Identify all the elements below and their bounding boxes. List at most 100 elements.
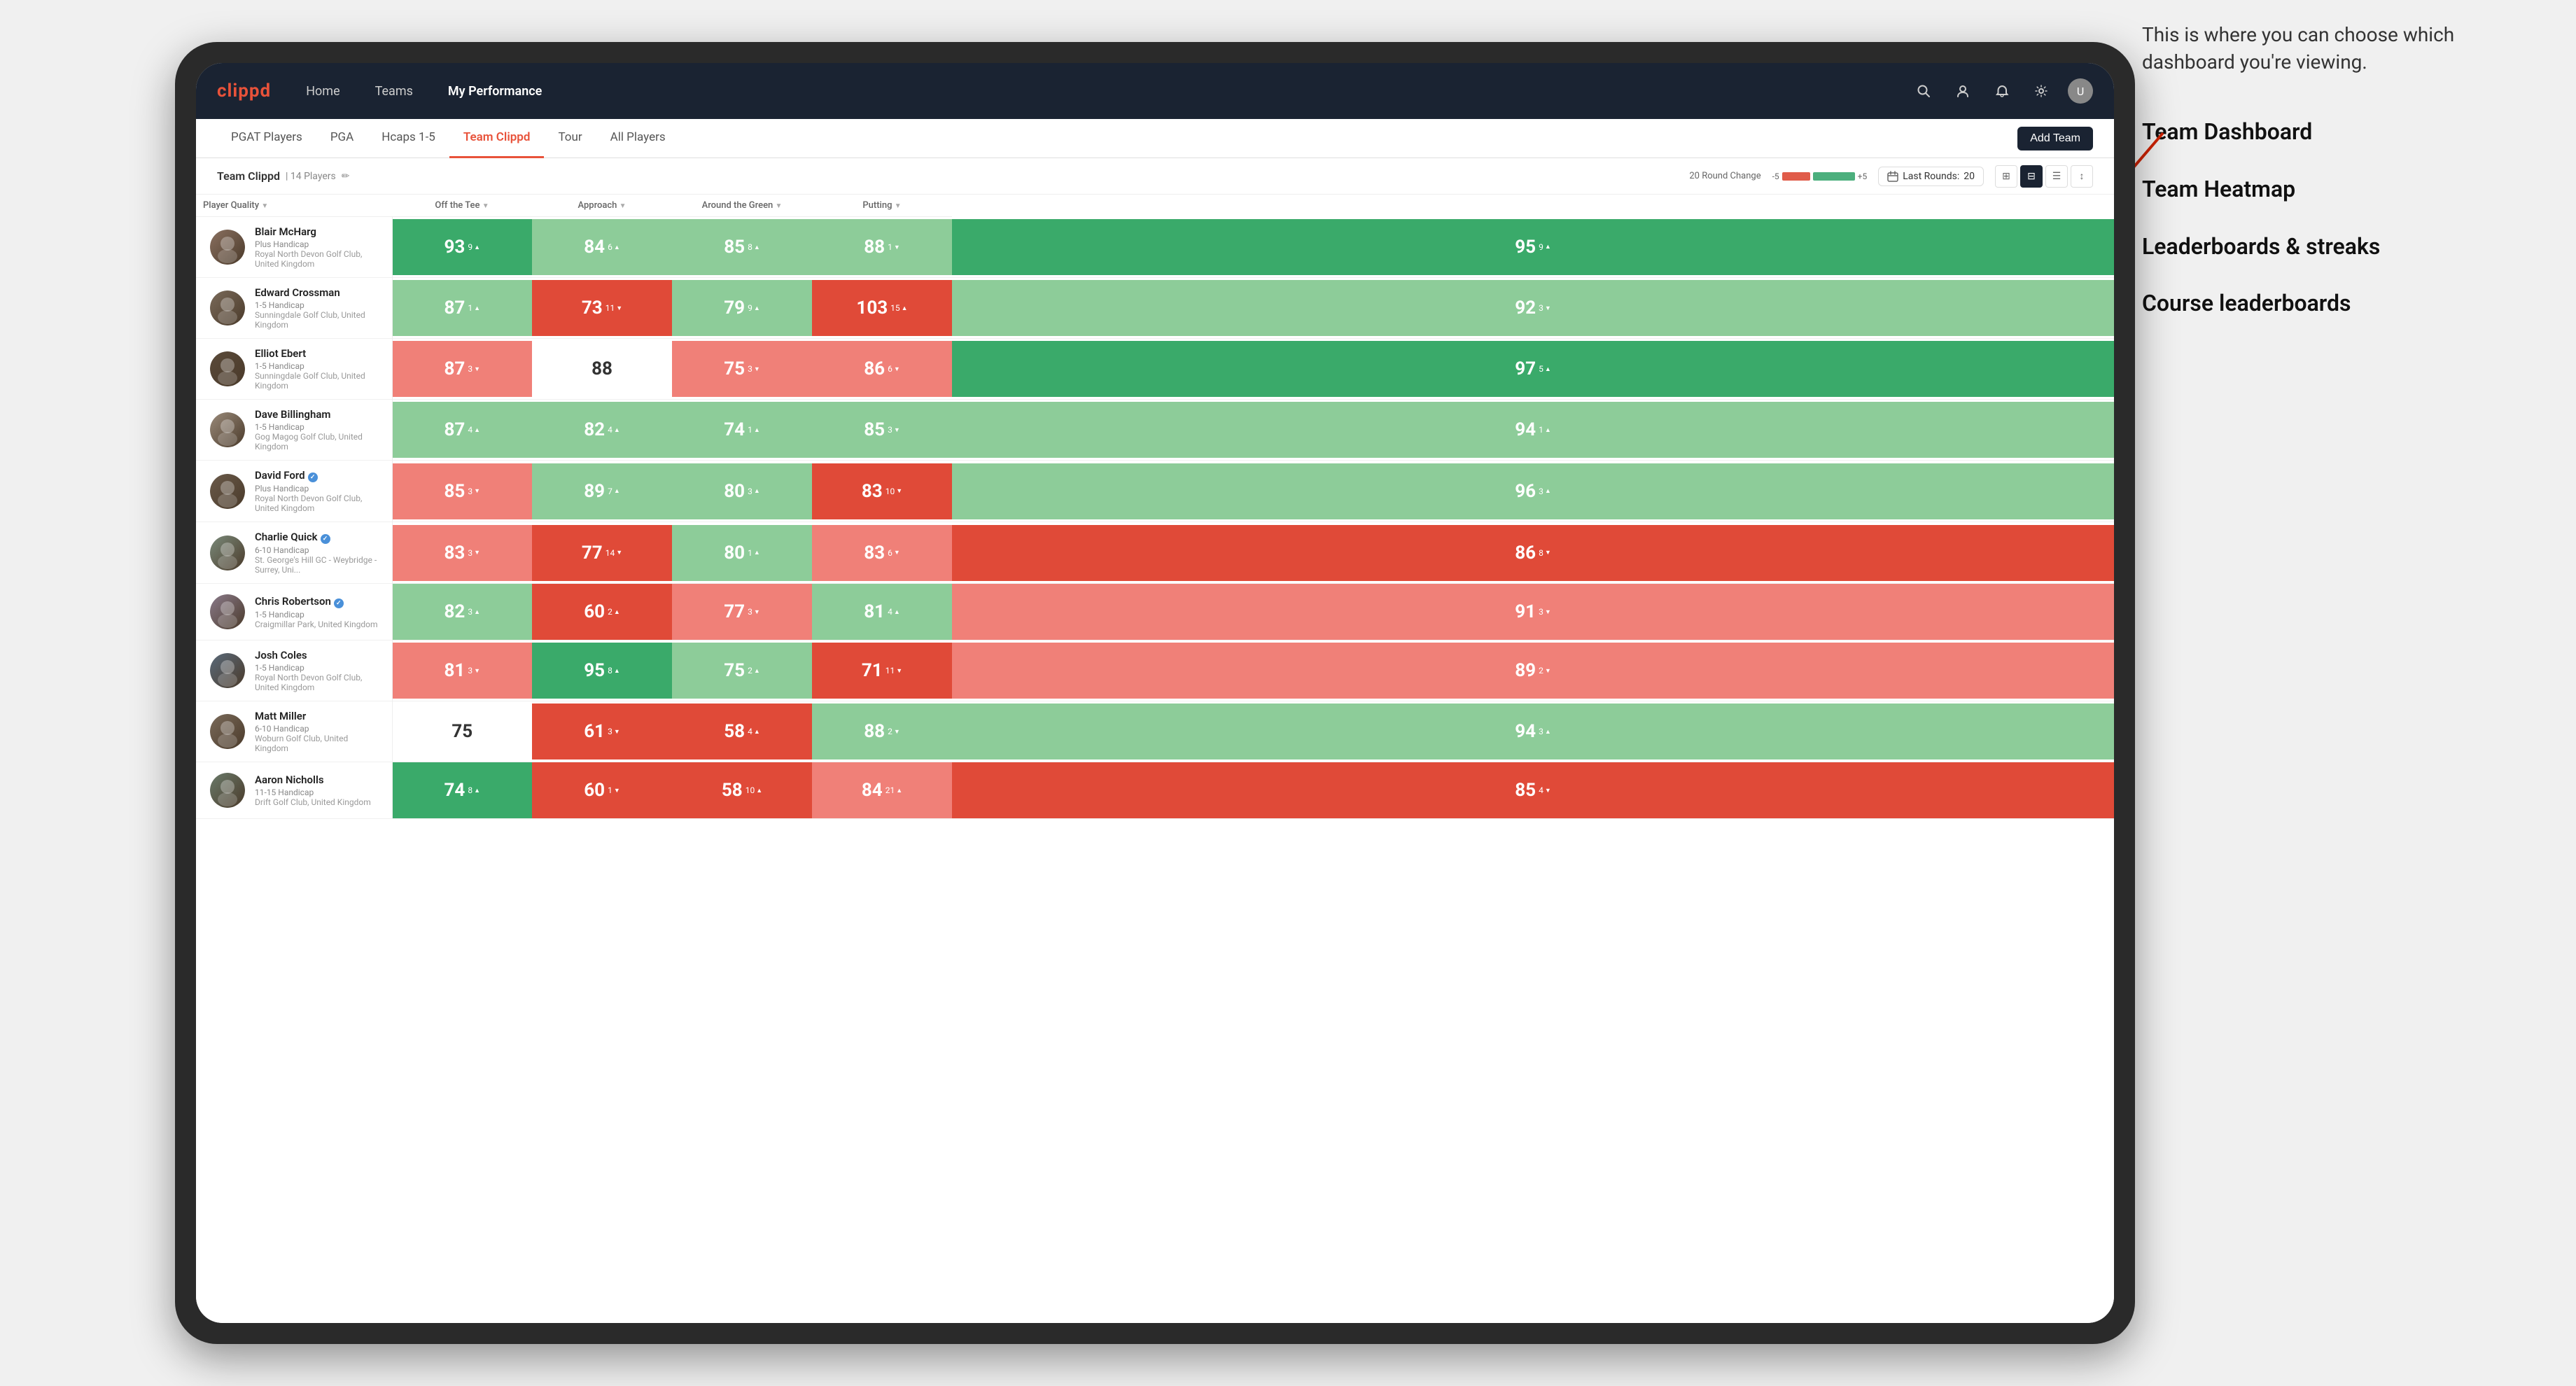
metric-value: 80 — [724, 542, 745, 564]
metric-player-quality-1[interactable]: 871▲ — [392, 278, 532, 339]
player-club: Woburn Golf Club, United Kingdom — [255, 734, 382, 753]
metric-player-quality-3[interactable]: 874▲ — [392, 400, 532, 461]
metric-off-tee-7[interactable]: 958▲ — [532, 640, 672, 701]
metric-approach-6[interactable]: 773▼ — [672, 584, 812, 640]
metric-around-green-5[interactable]: 836▼ — [812, 522, 952, 584]
metric-approach-3[interactable]: 741▲ — [672, 400, 812, 461]
metric-putting-0[interactable]: 959▲ — [952, 217, 2114, 278]
metric-value: 96 — [1515, 481, 1536, 502]
metric-value: 91 — [1515, 601, 1536, 622]
metric-around-green-2[interactable]: 866▼ — [812, 339, 952, 400]
metric-approach-8[interactable]: 584▲ — [672, 701, 812, 762]
metric-putting-5[interactable]: 868▼ — [952, 522, 2114, 584]
metric-around-green-1[interactable]: 10315▲ — [812, 278, 952, 339]
metric-change: 9▲ — [1539, 242, 1551, 252]
player-cell-7[interactable]: Josh Coles1-5 HandicapRoyal North Devon … — [196, 640, 392, 701]
player-cell-3[interactable]: Dave Billingham1-5 HandicapGog Magog Gol… — [196, 400, 392, 461]
metric-player-quality-7[interactable]: 813▼ — [392, 640, 532, 701]
tab-team-clippd[interactable]: Team Clippd — [449, 119, 545, 158]
metric-around-green-6[interactable]: 814▲ — [812, 584, 952, 640]
player-cell-5[interactable]: Charlie Quick✓6-10 HandicapSt. George's … — [196, 522, 392, 584]
metric-off-tee-5[interactable]: 7714▼ — [532, 522, 672, 584]
user-avatar[interactable]: U — [2068, 78, 2093, 104]
metric-value: 85 — [1515, 780, 1536, 801]
metric-player-quality-8[interactable]: 75 — [392, 701, 532, 762]
metric-player-quality-5[interactable]: 833▼ — [392, 522, 532, 584]
metric-putting-3[interactable]: 941▲ — [952, 400, 2114, 461]
metric-approach-4[interactable]: 803▲ — [672, 461, 812, 522]
player-name: Edward Crossman — [255, 286, 382, 299]
table-view-button[interactable]: ⊟ — [2020, 165, 2043, 188]
arrow-up-icon: ▲ — [614, 487, 620, 495]
metric-around-green-8[interactable]: 882▼ — [812, 701, 952, 762]
metric-player-quality-9[interactable]: 748▲ — [392, 762, 532, 819]
metric-putting-1[interactable]: 923▼ — [952, 278, 2114, 339]
metric-putting-2[interactable]: 975▲ — [952, 339, 2114, 400]
metric-approach-9[interactable]: 5810▲ — [672, 762, 812, 819]
player-handicap: Plus Handicap — [255, 484, 382, 493]
metric-approach-0[interactable]: 858▲ — [672, 217, 812, 278]
grid-view-button[interactable]: ⊞ — [1995, 165, 2017, 188]
player-cell-9[interactable]: Aaron Nicholls11-15 HandicapDrift Golf C… — [196, 762, 392, 819]
nav-my-performance[interactable]: My Performance — [441, 80, 549, 103]
settings-icon[interactable] — [2029, 78, 2054, 104]
metric-off-tee-3[interactable]: 824▲ — [532, 400, 672, 461]
tab-hcaps[interactable]: Hcaps 1-5 — [368, 119, 449, 158]
metric-putting-7[interactable]: 892▼ — [952, 640, 2114, 701]
arrow-down-icon: ▼ — [894, 244, 900, 251]
edit-team-icon[interactable]: ✏ — [342, 171, 350, 182]
annotation-area: This is where you can choose which dashb… — [2142, 21, 2534, 346]
metric-player-quality-2[interactable]: 873▼ — [392, 339, 532, 400]
player-cell-6[interactable]: Chris Robertson✓1-5 HandicapCraigmillar … — [196, 584, 392, 640]
player-cell-2[interactable]: Elliot Ebert1-5 HandicapSunningdale Golf… — [196, 339, 392, 400]
metric-around-green-3[interactable]: 853▼ — [812, 400, 952, 461]
metric-approach-1[interactable]: 799▲ — [672, 278, 812, 339]
arrow-down-icon: ▼ — [894, 365, 900, 373]
metric-player-quality-6[interactable]: 823▲ — [392, 584, 532, 640]
metric-approach-2[interactable]: 753▼ — [672, 339, 812, 400]
tab-all-players[interactable]: All Players — [596, 119, 680, 158]
metric-putting-9[interactable]: 854▼ — [952, 762, 2114, 819]
metric-approach-7[interactable]: 752▲ — [672, 640, 812, 701]
metric-change: 1▼ — [608, 785, 620, 795]
search-icon[interactable] — [1911, 78, 1936, 104]
player-name: Chris Robertson✓ — [255, 595, 382, 608]
player-cell-0[interactable]: Blair McHargPlus HandicapRoyal North Dev… — [196, 217, 392, 278]
tab-pga[interactable]: PGA — [316, 119, 368, 158]
metric-player-quality-4[interactable]: 853▼ — [392, 461, 532, 522]
person-icon[interactable] — [1950, 78, 1975, 104]
arrow-down-icon: ▼ — [616, 304, 622, 312]
add-team-button[interactable]: Add Team — [2017, 127, 2093, 150]
tab-tour[interactable]: Tour — [544, 119, 596, 158]
metric-off-tee-4[interactable]: 897▲ — [532, 461, 672, 522]
team-header: Team Clippd | 14 Players ✏ 20 Round Chan… — [196, 158, 2114, 195]
player-cell-8[interactable]: Matt Miller6-10 HandicapWoburn Golf Club… — [196, 701, 392, 762]
metric-off-tee-8[interactable]: 613▼ — [532, 701, 672, 762]
bell-icon[interactable] — [1989, 78, 2015, 104]
metric-putting-8[interactable]: 943▲ — [952, 701, 2114, 762]
metric-putting-6[interactable]: 913▼ — [952, 584, 2114, 640]
more-view-button[interactable]: ↕ — [2071, 165, 2093, 188]
metric-off-tee-6[interactable]: 602▲ — [532, 584, 672, 640]
metric-player-quality-0[interactable]: 939▲ — [392, 217, 532, 278]
list-view-button[interactable]: ☰ — [2045, 165, 2068, 188]
metric-off-tee-2[interactable]: 88 — [532, 339, 672, 400]
metric-off-tee-9[interactable]: 601▼ — [532, 762, 672, 819]
metric-around-green-4[interactable]: 8310▼ — [812, 461, 952, 522]
metric-approach-5[interactable]: 801▲ — [672, 522, 812, 584]
metric-value: 83 — [862, 481, 883, 502]
tab-pgat-players[interactable]: PGAT Players — [217, 119, 316, 158]
metric-putting-4[interactable]: 963▲ — [952, 461, 2114, 522]
player-cell-1[interactable]: Edward Crossman1-5 HandicapSunningdale G… — [196, 278, 392, 339]
metric-around-green-0[interactable]: 881▼ — [812, 217, 952, 278]
player-cell-4[interactable]: David Ford✓Plus HandicapRoyal North Devo… — [196, 461, 392, 522]
nav-teams[interactable]: Teams — [368, 80, 420, 103]
metric-off-tee-1[interactable]: 7311▼ — [532, 278, 672, 339]
nav-home[interactable]: Home — [299, 80, 346, 103]
last-rounds-button[interactable]: Last Rounds: 20 — [1878, 167, 1984, 186]
player-name: Dave Billingham — [255, 408, 382, 421]
metric-around-green-7[interactable]: 7111▼ — [812, 640, 952, 701]
metric-around-green-9[interactable]: 8421▲ — [812, 762, 952, 819]
metric-value: 83 — [864, 542, 885, 564]
metric-off-tee-0[interactable]: 846▲ — [532, 217, 672, 278]
